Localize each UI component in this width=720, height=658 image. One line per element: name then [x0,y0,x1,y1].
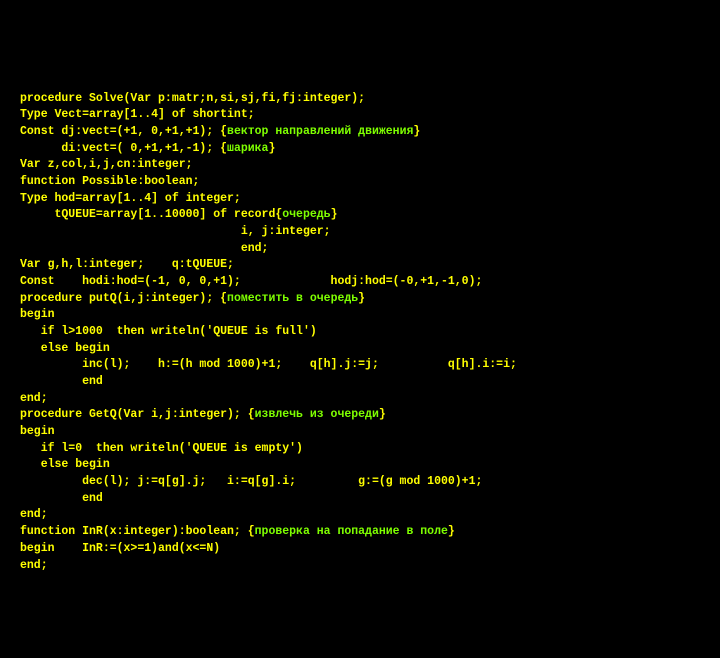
code-text: end; [20,508,48,521]
code-line: end [20,374,700,391]
code-line: end; [20,558,700,575]
code-line: else begin [20,341,700,358]
code-text: begin [20,308,55,321]
code-text: } [413,125,420,138]
code-line: end; [20,391,700,408]
code-text: Type Vect=array[1..4] of shortint; [20,108,255,121]
code-line: procedure Solve(Var p:matr;n,si,sj,fi,fj… [20,91,700,108]
code-line: else begin [20,457,700,474]
code-line: Const hodi:hod=(-1, 0, 0,+1); hodj:hod=(… [20,274,700,291]
code-text: Var g,h,l:integer; q:tQUEUE; [20,258,234,271]
code-line: begin InR:=(x>=1)and(x<=N) [20,541,700,558]
code-line: tQUEUE=array[1..10000] of record{очередь… [20,207,700,224]
code-text: end [20,492,103,505]
code-line: if l=0 then writeln('QUEUE is empty') [20,441,700,458]
code-text: else begin [20,458,110,471]
code-text: end; [20,392,48,405]
code-text: dec(l); j:=q[g].j; i:=q[g].i; g:=(g mod … [20,475,482,488]
code-text: Const dj:vect=(+1, 0,+1,+1); { [20,125,227,138]
code-line: function InR(x:integer):boolean; {провер… [20,524,700,541]
code-line: begin [20,307,700,324]
code-text: function InR(x:integer):boolean; { [20,525,255,538]
code-line: end [20,491,700,508]
code-text: } [379,408,386,421]
code-comment: проверка на попадание в поле [255,525,448,538]
code-text: } [268,142,275,155]
code-line: end; [20,507,700,524]
code-text: } [448,525,455,538]
code-comment: вектор направлений движения [227,125,413,138]
code-line: function Possible:boolean; [20,174,700,191]
code-text: i, j:integer; [20,225,331,238]
code-line: procedure GetQ(Var i,j:integer); {извлеч… [20,407,700,424]
code-text: procedure putQ(i,j:integer); { [20,292,227,305]
code-line: end; [20,241,700,258]
code-text: else begin [20,342,110,355]
code-line: i, j:integer; [20,224,700,241]
code-comment: извлечь из очереди [255,408,379,421]
code-text: Type hod=array[1..4] of integer; [20,192,241,205]
code-text: } [358,292,365,305]
code-line: dec(l); j:=q[g].j; i:=q[g].i; g:=(g mod … [20,474,700,491]
code-text: } [331,208,338,221]
code-line: Var z,col,i,j,cn:integer; [20,157,700,174]
code-line: procedure putQ(i,j:integer); {поместить … [20,291,700,308]
code-text: procedure Solve(Var p:matr;n,si,sj,fi,fj… [20,92,365,105]
code-text: begin InR:=(x>=1)and(x<=N) [20,542,220,555]
code-text: inc(l); h:=(h mod 1000)+1; q[h].j:=j; q[… [20,358,517,371]
code-text: end; [20,559,48,572]
code-text: end; [20,242,268,255]
code-text: tQUEUE=array[1..10000] of record{ [20,208,282,221]
code-line: if l>1000 then writeln('QUEUE is full') [20,324,700,341]
code-text: Var z,col,i,j,cn:integer; [20,158,193,171]
code-text: function Possible:boolean; [20,175,199,188]
code-text: if l=0 then writeln('QUEUE is empty') [20,442,303,455]
code-text: Const hodi:hod=(-1, 0, 0,+1); hodj:hod=(… [20,275,482,288]
code-text: if l>1000 then writeln('QUEUE is full') [20,325,317,338]
code-comment: шарика [227,142,268,155]
code-line: Type Vect=array[1..4] of shortint; [20,107,700,124]
code-line: Const dj:vect=(+1, 0,+1,+1); {вектор нап… [20,124,700,141]
code-line: Var g,h,l:integer; q:tQUEUE; [20,257,700,274]
code-line: inc(l); h:=(h mod 1000)+1; q[h].j:=j; q[… [20,357,700,374]
code-text: end [20,375,103,388]
code-text: procedure GetQ(Var i,j:integer); { [20,408,255,421]
code-comment: поместить в очередь [227,292,358,305]
code-block: procedure Solve(Var p:matr;n,si,sj,fi,fj… [20,91,700,574]
code-text: begin [20,425,55,438]
code-line: Type hod=array[1..4] of integer; [20,191,700,208]
code-line: begin [20,424,700,441]
code-comment: очередь [282,208,330,221]
code-line: di:vect=( 0,+1,+1,-1); {шарика} [20,141,700,158]
code-text: di:vect=( 0,+1,+1,-1); { [20,142,227,155]
